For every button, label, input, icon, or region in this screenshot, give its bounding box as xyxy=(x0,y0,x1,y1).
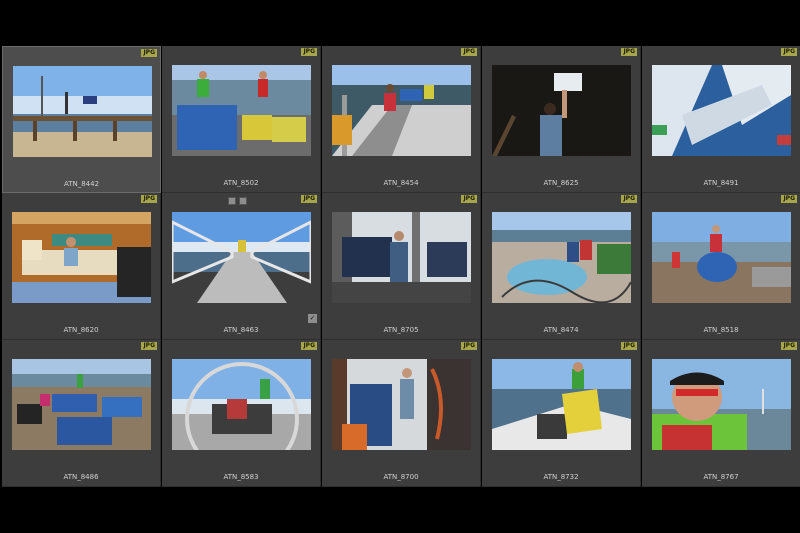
thumbnail-cell[interactable]: JPG ATN_8442 xyxy=(2,46,161,193)
file-type-badge: JPG xyxy=(141,49,157,57)
file-type-badge: JPG xyxy=(621,342,637,350)
thumbnail-cell[interactable]: JPG ATN_8767 xyxy=(642,340,800,487)
filename-label: ATN_8700 xyxy=(383,473,419,481)
thumbnail-toolbar xyxy=(228,197,247,205)
photo-thumbnail[interactable] xyxy=(492,212,631,303)
photo-thumbnail[interactable] xyxy=(332,212,471,303)
thumbnail-cell[interactable]: JPG ATN_8502 xyxy=(162,46,321,193)
file-type-badge: JPG xyxy=(301,195,317,203)
thumbnail-cell[interactable]: JPG ATN_8705 xyxy=(322,193,481,340)
filename-label: ATN_8463 xyxy=(223,326,259,334)
photo-thumbnail[interactable] xyxy=(652,359,791,450)
thumbnail-cell[interactable]: JPG ATN_8700 xyxy=(322,340,481,487)
filename-label: ATN_8486 xyxy=(63,473,99,481)
filename-label: ATN_8620 xyxy=(63,326,99,334)
filename-label: ATN_8442 xyxy=(63,180,100,188)
photo-thumbnail[interactable] xyxy=(492,359,631,450)
filename-label: ATN_8583 xyxy=(223,473,259,481)
file-type-badge: JPG xyxy=(141,342,157,350)
photo-thumbnail[interactable] xyxy=(172,359,311,450)
file-type-badge: JPG xyxy=(781,195,797,203)
filename-label: ATN_8474 xyxy=(543,326,579,334)
thumbnail-cell[interactable]: JPG ATN_8486 xyxy=(2,340,161,487)
file-type-badge: JPG xyxy=(301,48,317,56)
photo-thumbnail[interactable] xyxy=(652,65,791,156)
photo-thumbnail[interactable] xyxy=(12,212,151,303)
thumbnail-cell[interactable]: JPG ATN_8491 xyxy=(642,46,800,193)
filename-label: ATN_8767 xyxy=(703,473,739,481)
photo-thumbnail[interactable] xyxy=(172,212,311,303)
filename-label: ATN_8732 xyxy=(543,473,579,481)
file-type-badge: JPG xyxy=(301,342,317,350)
filename-label: ATN_8502 xyxy=(223,179,259,187)
thumbnail-cell[interactable]: JPG ATN_8454 xyxy=(322,46,481,193)
photo-thumbnail[interactable] xyxy=(332,65,471,156)
file-type-badge: JPG xyxy=(461,195,477,203)
thumbnail-cell[interactable]: JPG ATN_8518 xyxy=(642,193,800,340)
thumbnail-cell[interactable]: JPG ATN_8620 xyxy=(2,193,161,340)
pick-checkbox[interactable]: ✓ xyxy=(308,314,317,323)
file-type-badge: JPG xyxy=(621,195,637,203)
thumbnail-cell[interactable]: JPG ✓ ATN_8463 xyxy=(162,193,321,340)
file-type-badge: JPG xyxy=(461,342,477,350)
photo-thumbnail[interactable] xyxy=(332,359,471,450)
file-type-badge: JPG xyxy=(461,48,477,56)
photo-thumbnail[interactable] xyxy=(652,212,791,303)
thumbnail-cell[interactable]: JPG ATN_8625 xyxy=(482,46,641,193)
photo-thumbnail[interactable] xyxy=(12,359,151,450)
photo-thumbnail[interactable] xyxy=(172,65,311,156)
filename-label: ATN_8705 xyxy=(383,326,419,334)
file-type-badge: JPG xyxy=(621,48,637,56)
thumbnail-cell[interactable]: JPG ATN_8583 xyxy=(162,340,321,487)
rotate-right-icon[interactable] xyxy=(239,197,247,205)
file-type-badge: JPG xyxy=(781,342,797,350)
filename-label: ATN_8491 xyxy=(703,179,739,187)
rotate-left-icon[interactable] xyxy=(228,197,236,205)
thumbnail-cell[interactable]: JPG ATN_8474 xyxy=(482,193,641,340)
file-type-badge: JPG xyxy=(141,195,157,203)
filename-label: ATN_8454 xyxy=(383,179,419,187)
filename-label: ATN_8518 xyxy=(703,326,739,334)
photo-thumbnail[interactable] xyxy=(13,66,152,157)
thumbnail-grid: JPG ATN_8442 JPG ATN_8502 JPG ATN_8454 J… xyxy=(2,46,800,487)
thumbnail-cell[interactable]: JPG ATN_8732 xyxy=(482,340,641,487)
file-type-badge: JPG xyxy=(781,48,797,56)
filename-label: ATN_8625 xyxy=(543,179,579,187)
photo-thumbnail[interactable] xyxy=(492,65,631,156)
